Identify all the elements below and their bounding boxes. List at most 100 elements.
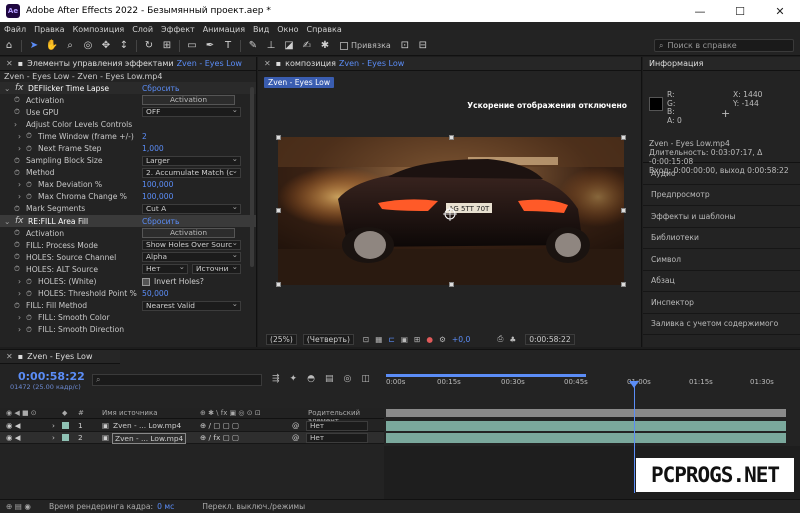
draft-3d-icon[interactable]: ✦ <box>290 374 298 384</box>
timeline-layer-row[interactable]: ◉ ◀ › 1 ▣ Zven - ... Low.mp4 ⊕ / ▢ ▢ ▢ @… <box>0 420 384 432</box>
effect-control-row[interactable]: › ⏱ Time Window (frame +/-) 2 <box>0 130 256 142</box>
stopwatch-icon[interactable]: ⏱ <box>14 168 20 178</box>
effect-control-row[interactable]: ⌄ fx DEFlicker Time Lapse Сбросить <box>0 82 256 95</box>
effect-controls-tab[interactable]: ✕ ▪ Элементы управления эффектами Zven -… <box>0 57 256 71</box>
snap-checkbox[interactable] <box>340 41 348 50</box>
stopwatch-icon[interactable]: ⏱ <box>14 204 20 214</box>
stopwatch-icon[interactable]: ⏱ <box>26 325 32 335</box>
rectangle-tool-icon[interactable]: ▭ <box>184 38 200 54</box>
effect-param-dropdown[interactable]: Larger <box>142 155 241 166</box>
inspector-panel-item[interactable]: Инспектор <box>643 292 800 314</box>
layer-label-color[interactable] <box>62 434 69 441</box>
timeline-layer-row[interactable]: ◉ ◀ › 2 ▣ Zven - ... Low.mp4 ⊕ / fx ▢ ▢ … <box>0 432 384 444</box>
3d-view-icon[interactable]: ⊞ <box>414 335 420 344</box>
effect-control-row[interactable]: › ⏱ Max Chroma Change % 100,000 <box>0 191 256 203</box>
effect-control-row[interactable]: ⏱ FILL: Process Mode Show Holes Over Sourc <box>0 239 256 251</box>
effect-param-dropdown[interactable]: Нет <box>142 264 188 275</box>
menu-window[interactable]: Окно <box>277 25 298 34</box>
expand-triangle-icon[interactable]: › <box>18 180 21 189</box>
menu-animation[interactable]: Анимация <box>203 25 245 34</box>
layer-visibility-icon[interactable]: ◉ ◀ <box>6 421 20 430</box>
stopwatch-icon[interactable]: ⏱ <box>26 277 32 287</box>
puppet-pin-tool-icon[interactable]: ✱ <box>317 38 333 54</box>
snapshot-camera-icon[interactable]: ⎙ <box>497 334 503 344</box>
time-ruler[interactable]: 0:00s 00:15s 00:30s 00:45s 01:00s 01:15s… <box>384 368 794 398</box>
stopwatch-icon[interactable]: ⏱ <box>26 192 32 202</box>
mask-visibility-icon[interactable]: ⊏ <box>388 335 394 344</box>
roto-brush-tool-icon[interactable]: ✍ <box>299 38 315 54</box>
effect-control-row[interactable]: ⏱ Use GPU OFF <box>0 106 256 118</box>
zoom-tool-icon[interactable]: ⌕ <box>62 38 78 54</box>
expand-triangle-icon[interactable]: › <box>18 132 21 141</box>
region-of-interest-icon[interactable]: ⊡ <box>363 335 369 344</box>
stopwatch-icon[interactable]: ⏱ <box>26 313 32 323</box>
stopwatch-icon[interactable]: ⏱ <box>14 156 20 166</box>
brush-tool-icon[interactable]: ✎ <box>245 38 261 54</box>
expand-triangle-icon[interactable]: › <box>18 192 21 201</box>
selection-tool-icon[interactable]: ➤ <box>26 38 42 54</box>
effect-param-value[interactable]: 2 <box>142 132 147 141</box>
effect-control-row[interactable]: ⏱ Activation Activation <box>0 227 256 239</box>
layer-visibility-icon[interactable]: ◉ ◀ <box>6 433 20 442</box>
stopwatch-icon[interactable]: ⏱ <box>26 131 32 141</box>
content-aware-fill-panel-item[interactable]: Заливка с учетом содержимого <box>643 314 800 335</box>
effect-reset-link[interactable]: Сбросить <box>142 217 179 226</box>
layer-switches-icons[interactable]: ⊕ / fx ▢ ▢ <box>200 433 239 442</box>
stopwatch-icon[interactable]: ⏱ <box>26 180 32 190</box>
toggle-switches-modes[interactable]: Перекл. выключ./режимы <box>202 502 305 511</box>
effect-control-row[interactable]: ⏱ Activation Activation <box>0 94 256 106</box>
layer-switches-icons[interactable]: ⊕ / ▢ ▢ ▢ <box>200 421 239 430</box>
menu-view[interactable]: Вид <box>253 25 269 34</box>
close-icon[interactable]: ✕ <box>6 59 13 68</box>
transparency-grid-icon[interactable]: ▦ <box>375 335 382 344</box>
work-area-bar[interactable] <box>386 374 586 377</box>
effect-param-value[interactable]: 100,000 <box>142 180 173 189</box>
effect-param-value[interactable]: 1,000 <box>142 144 164 153</box>
view-options-icon[interactable]: ▣ <box>401 335 408 344</box>
timeline-current-time[interactable]: 0:00:58:22 <box>18 370 85 383</box>
type-tool-icon[interactable]: T <box>220 38 236 54</box>
stopwatch-icon[interactable]: ⏱ <box>14 264 20 274</box>
orbit-camera-icon[interactable]: ◎ <box>80 38 96 54</box>
layer-label-color[interactable] <box>62 422 69 429</box>
pickwhip-icon[interactable]: @ <box>292 433 299 442</box>
exposure-value[interactable]: +0,0 <box>452 335 470 344</box>
maximize-button[interactable]: ☐ <box>720 0 760 22</box>
effect-control-row[interactable]: › ⏱ FILL: Smooth Direction <box>0 324 256 336</box>
transform-handle-bl[interactable] <box>276 282 281 287</box>
layer-parent-dropdown[interactable]: Нет <box>306 433 368 443</box>
effect-param-dropdown[interactable]: 2. Accumulate Match (c <box>142 167 241 178</box>
layer-track-bar[interactable] <box>386 433 786 443</box>
transform-handle-br[interactable] <box>621 282 626 287</box>
close-icon[interactable]: ✕ <box>264 59 271 68</box>
effect-control-row[interactable]: ⏱ FILL: Fill Method Nearest Valid <box>0 300 256 312</box>
effect-control-row[interactable]: ⌄ fx RE:FILL Area Fill Сбросить <box>0 215 256 228</box>
effect-controls-scrollbar[interactable] <box>250 87 254 267</box>
rotate-tool-icon[interactable]: ↻ <box>141 38 157 54</box>
effect-param-dropdown[interactable]: OFF <box>142 107 241 118</box>
composition-viewer[interactable]: AG 5TT 70T <box>278 137 624 285</box>
expand-triangle-icon[interactable]: › <box>18 325 21 334</box>
stopwatch-icon[interactable]: ⏱ <box>14 252 20 262</box>
collapse-triangle-icon[interactable]: ⌄ <box>4 217 10 226</box>
resolution-dropdown[interactable]: (Четверть) <box>302 333 354 345</box>
info-tab[interactable]: Информация <box>643 57 800 71</box>
menu-effect[interactable]: Эффект <box>161 25 195 34</box>
effect-param-value[interactable]: 50,000 <box>142 289 169 298</box>
fx-icon[interactable]: fx <box>15 216 24 226</box>
layer-parent-dropdown[interactable]: Нет <box>306 421 368 431</box>
eraser-tool-icon[interactable]: ◪ <box>281 38 297 54</box>
composition-sub-tab[interactable]: Zven - Eyes Low <box>264 77 335 88</box>
effect-param-dropdown[interactable]: Источни <box>192 264 241 275</box>
snap-toggle[interactable]: Привязка <box>340 41 391 50</box>
layer-name[interactable]: Zven - ... Low.mp4 <box>113 421 181 430</box>
effect-control-row[interactable]: › ⏱ Next Frame Step 1,000 <box>0 142 256 154</box>
effect-param-dropdown[interactable]: Alpha <box>142 252 241 263</box>
effect-reset-link[interactable]: Сбросить <box>142 84 179 93</box>
transform-handle-bc[interactable] <box>449 282 454 287</box>
status-icons[interactable]: ⊕ ▤ ◉ <box>6 502 31 511</box>
clone-stamp-tool-icon[interactable]: ⊥ <box>263 38 279 54</box>
effect-param-dropdown[interactable]: Show Holes Over Sourc <box>142 240 241 251</box>
composition-tab[interactable]: ✕ ▪ композиция Zven - Eyes Low <box>258 57 641 71</box>
effect-control-row[interactable]: › ⏱ Max Deviation % 100,000 <box>0 179 256 191</box>
